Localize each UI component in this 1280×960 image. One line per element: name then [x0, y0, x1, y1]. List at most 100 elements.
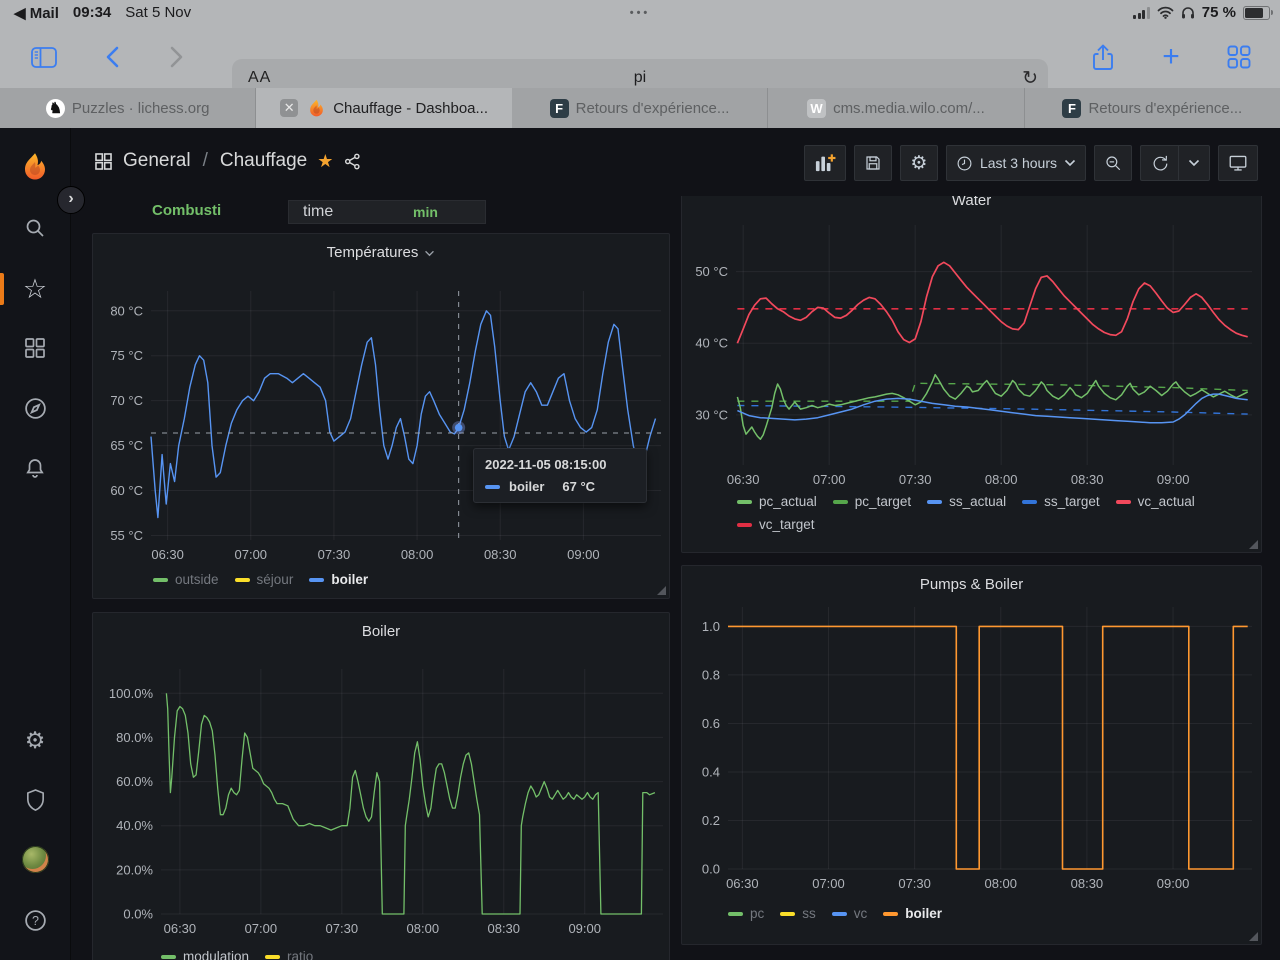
refresh-dashboard-button[interactable]	[1140, 145, 1178, 181]
legend-item-ratio[interactable]: ratio	[265, 949, 313, 960]
new-tab-button[interactable]: +	[1154, 40, 1188, 74]
y-axis-tick-label: 75 °C	[110, 348, 143, 363]
series-vc_actual	[736, 261, 1248, 344]
legend-swatch	[737, 522, 752, 527]
dashboards-icon[interactable]	[0, 336, 70, 365]
y-axis-tick-label: 20.0%	[116, 862, 153, 877]
legend-item-modulation[interactable]: modulation	[161, 949, 249, 960]
zoom-out-time-button[interactable]	[1094, 145, 1132, 181]
x-axis-tick-label: 07:30	[326, 921, 359, 936]
multitask-dots: •••	[629, 6, 651, 19]
y-axis-tick-label: 55 °C	[110, 528, 143, 543]
boiler-chart[interactable]: 06:30 07:00 07:30 08:00 08:30 09:00 100.0% 80.0…	[101, 661, 665, 960]
browser-tab-4[interactable]: Wcms.media.wilo.com/...	[768, 88, 1025, 128]
legend-item-vc_actual[interactable]: vc_actual	[1115, 494, 1195, 509]
starred-dashboards-icon[interactable]: ☆	[0, 274, 70, 304]
avatar[interactable]	[0, 846, 70, 878]
sidebar-toggle-button[interactable]	[27, 40, 61, 74]
x-axis-tick-label: 08:30	[1071, 876, 1104, 891]
legend-item-boiler[interactable]: boiler	[309, 572, 368, 587]
legend-item-pc_actual[interactable]: pc_actual	[737, 494, 817, 509]
table-col-min[interactable]: min	[413, 204, 485, 220]
panel-pumps-boiler: Pumps & Boiler 06:30 07:00 07:30 08:00 08:30…	[681, 565, 1262, 945]
legend-label: boiler	[905, 906, 943, 921]
legend-item-pc_target[interactable]: pc_target	[832, 494, 911, 509]
table-col-time[interactable]: time	[289, 203, 413, 221]
panel-resize-handle[interactable]	[1249, 932, 1258, 941]
sidebar-expand-button[interactable]: ›	[57, 186, 85, 214]
table-cell-link[interactable]: Combusti	[152, 202, 221, 219]
y-axis-tick-label: 0.0%	[123, 907, 153, 922]
cellular-signal-icon	[1133, 6, 1150, 19]
browser-tab-5[interactable]: F Retours d'expérience...	[1025, 88, 1280, 128]
temperatures-chart[interactable]: 06:30 07:00 07:30 08:00 08:30 09:00 80 °C 75 °C…	[101, 286, 665, 572]
browser-tab-1[interactable]: ♞ Puzzles · lichess.org	[0, 88, 257, 128]
legend-item-ss[interactable]: ss	[780, 906, 816, 921]
time-range-picker[interactable]: Last 3 hours	[945, 145, 1086, 181]
tab-overview-button[interactable]	[1222, 40, 1256, 74]
panel-title[interactable]: Water	[682, 196, 1261, 209]
series-boiler	[728, 625, 1248, 870]
panel-menu-chevron-icon[interactable]	[424, 250, 435, 257]
legend-item-ss_target[interactable]: ss_target	[1022, 494, 1100, 509]
legend-label: pc	[750, 906, 765, 921]
forward-button[interactable]	[160, 40, 194, 74]
legend-item-boiler[interactable]: boiler	[883, 906, 942, 921]
x-axis-tick-label: 06:30	[151, 547, 184, 562]
help-icon[interactable]: ?	[0, 908, 70, 938]
panel-resize-handle[interactable]	[657, 586, 666, 595]
x-axis-tick-label: 08:00	[985, 472, 1018, 487]
tooltip-series-name: boiler	[509, 479, 545, 494]
legend-label: séjour	[256, 572, 294, 587]
legend-swatch	[780, 911, 796, 916]
y-axis-tick-label: 60 °C	[110, 483, 143, 498]
alerting-bell-icon[interactable]	[0, 456, 70, 485]
y-axis-tick-label: 0.2	[702, 813, 720, 828]
x-axis-tick-label: 08:30	[484, 547, 517, 562]
y-axis-tick-label: 80 °C	[110, 303, 143, 318]
legend-item-vc_target[interactable]: vc_target	[737, 517, 815, 532]
panel-title[interactable]: Boiler	[93, 623, 669, 640]
back-button[interactable]	[95, 40, 129, 74]
browser-tab-2-active[interactable]: ✕ Chauffage - Dashboa...	[256, 88, 512, 128]
y-axis-tick-label: 60.0%	[116, 774, 153, 789]
panel-title[interactable]: Pumps & Boiler	[682, 576, 1261, 593]
explore-compass-icon[interactable]	[0, 396, 70, 426]
legend-item-séjour[interactable]: séjour	[234, 572, 294, 587]
dashboard-settings-button[interactable]: ⚙	[899, 145, 938, 181]
tab-close-icon[interactable]: ✕	[280, 99, 299, 117]
water-chart[interactable]: 06:30 07:00 07:30 08:00 08:30 09:00 50 °C 40 °C…	[689, 217, 1255, 507]
refresh-interval-dropdown[interactable]	[1178, 145, 1210, 181]
x-axis-tick-label: 07:30	[318, 547, 351, 562]
breadcrumb-folder[interactable]: General	[123, 150, 191, 172]
server-admin-shield-icon[interactable]	[0, 788, 70, 818]
panel-title[interactable]: Températures	[93, 244, 669, 261]
water-legend: pc_actual pc_target ss_actual ss_target vc_a…	[737, 494, 1227, 532]
legend-item-pc[interactable]: pc	[728, 906, 764, 921]
legend-item-outside[interactable]: outside	[153, 572, 219, 587]
legend-item-ss_actual[interactable]: ss_actual	[927, 494, 1006, 509]
legend-item-vc[interactable]: vc	[831, 906, 867, 921]
grafana-flame-icon	[310, 99, 324, 116]
legend-label: outside	[175, 572, 219, 587]
share-button[interactable]	[1086, 40, 1120, 74]
save-dashboard-button[interactable]	[853, 145, 892, 181]
tv-mode-button[interactable]	[1218, 145, 1258, 181]
temperatures-legend: outside séjour boiler	[153, 572, 653, 587]
configuration-gear-icon[interactable]: ⚙	[0, 726, 70, 754]
pumps-chart[interactable]: 06:30 07:00 07:30 08:00 08:30 09:00 1.0 0.8 0.6 0…	[689, 602, 1255, 902]
table-header-strip: time min	[288, 200, 486, 224]
reload-button[interactable]: ↻	[1022, 67, 1038, 90]
tab-title: cms.media.wilo.com/...	[833, 99, 985, 117]
legend-label: ss_actual	[949, 494, 1007, 509]
browser-tab-3[interactable]: F Retours d'expérience...	[512, 88, 769, 128]
breadcrumb-dashboard[interactable]: Chauffage	[220, 150, 307, 172]
grafana-logo[interactable]	[0, 152, 70, 187]
favorite-star-icon[interactable]: ★	[317, 151, 333, 172]
add-panel-button[interactable]	[803, 145, 846, 181]
share-dashboard-icon[interactable]	[343, 152, 362, 171]
letter-f-icon: F	[549, 98, 569, 118]
panel-resize-handle[interactable]	[1249, 540, 1258, 549]
ipad-status-bar: ◀ Mail 09:34 Sat 5 Nov ••• 75 %	[0, 0, 1280, 25]
search-icon[interactable]	[0, 216, 70, 245]
